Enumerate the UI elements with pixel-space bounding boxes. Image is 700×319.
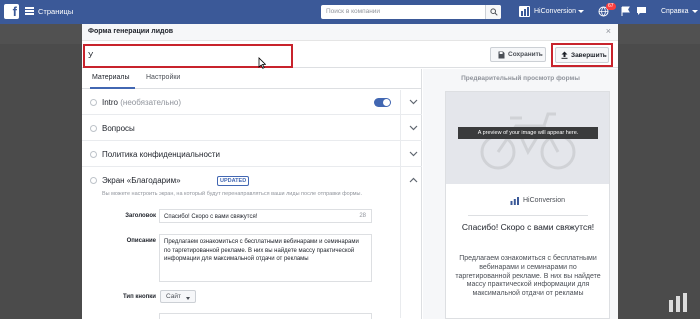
save-button-label: Сохранить: [508, 51, 543, 58]
avatar[interactable]: [519, 6, 530, 17]
headline-input[interactable]: Спасибо! Скоро с вами свяжутся! 28: [159, 209, 372, 223]
user-name[interactable]: HiConversion: [534, 8, 576, 15]
active-tab-indicator: [90, 87, 135, 89]
preview-headline: Спасибо! Скоро с вами свяжутся!: [461, 222, 595, 232]
preview-image-placeholder: A preview of your image will appear here…: [446, 92, 609, 184]
section-radio[interactable]: [90, 125, 97, 132]
image-banner: A preview of your image will appear here…: [458, 127, 598, 139]
section-radio[interactable]: [90, 99, 97, 106]
button-type-select[interactable]: Сайт: [160, 290, 196, 303]
facebook-logo-icon[interactable]: f: [4, 4, 19, 19]
headline-value: Спасибо! Скоро с вами свяжутся!: [164, 214, 258, 220]
save-button[interactable]: Сохранить: [490, 47, 546, 62]
headline-label: Заголовок: [125, 213, 156, 219]
section-privacy-title: Политика конфиденциальности: [102, 150, 221, 159]
section-radio[interactable]: [90, 177, 97, 184]
finish-highlight: Завершить: [551, 43, 613, 67]
thankyou-hint: Вы можете настроить экран, на который бу…: [102, 191, 363, 197]
preview-body: Предлагаем ознакомиться с бесплатными ве…: [455, 255, 601, 298]
chevron-down-icon[interactable]: [409, 151, 418, 157]
description-label: Описание: [126, 238, 156, 244]
brand-logo-icon: [510, 197, 519, 205]
help-link[interactable]: Справка: [661, 8, 688, 15]
chat-icon[interactable]: [636, 6, 647, 19]
brand-row: HiConversion: [446, 194, 609, 208]
save-icon: [498, 51, 505, 59]
button-type-label: Тип кнопки: [122, 294, 156, 300]
chevron-down-icon[interactable]: [578, 10, 584, 13]
search-icon: [490, 8, 498, 16]
close-icon[interactable]: ×: [606, 26, 611, 36]
next-field-input[interactable]: [159, 313, 372, 319]
finish-button[interactable]: Завершить: [555, 47, 609, 63]
search-button[interactable]: [485, 5, 501, 19]
intro-toggle[interactable]: [374, 98, 391, 107]
chevron-down-icon: [186, 297, 190, 300]
section-questions[interactable]: Вопросы: [82, 116, 422, 141]
pages-link[interactable]: Страницы: [38, 7, 73, 16]
section-thankyou: Экран «Благодарим» UPDATED Вы можете нас…: [82, 168, 422, 319]
form-preview-panel: Предварительный просмотр формы A preview…: [423, 69, 618, 319]
chevron-up-icon[interactable]: [409, 177, 418, 183]
modal-title: Форма генерации лидов: [88, 28, 174, 35]
lead-form-modal: Форма генерации лидов × У Сохранить Заве…: [82, 24, 618, 319]
section-privacy[interactable]: Политика конфиденциальности: [82, 142, 422, 167]
chevron-down-icon[interactable]: [409, 99, 418, 105]
finish-button-label: Завершить: [571, 51, 607, 59]
search-input[interactable]: Поиск в компании: [321, 5, 501, 19]
notifications-badge: 67: [606, 3, 616, 10]
help-chevron-down-icon[interactable]: [692, 10, 698, 13]
search-placeholder: Поиск в компании: [326, 8, 381, 15]
section-intro-title: Intro (необязательно): [102, 98, 182, 107]
updated-badge: UPDATED: [217, 176, 250, 186]
watermark-logo-icon: [669, 293, 687, 312]
mouse-cursor-icon: [258, 57, 266, 69]
section-intro[interactable]: Intro (необязательно): [82, 90, 422, 115]
tab-settings[interactable]: Настройки: [146, 74, 180, 81]
description-textarea[interactable]: Предлагаем ознакомиться с бесплатными ве…: [159, 234, 372, 282]
upload-icon: [561, 51, 568, 59]
top-bar: f Страницы Поиск в компании HiConversion…: [0, 0, 700, 24]
section-questions-title: Вопросы: [102, 124, 135, 133]
chevron-down-icon[interactable]: [409, 125, 418, 131]
editor-panel: Материалы Настройки Intro (необязательно…: [82, 69, 422, 319]
flag-icon[interactable]: [621, 6, 631, 20]
card-divider: [468, 215, 588, 216]
button-type-value: Сайт: [166, 293, 181, 300]
section-radio[interactable]: [90, 151, 97, 158]
section-thankyou-title[interactable]: Экран «Благодарим» UPDATED: [102, 176, 262, 186]
chevron-divider: [400, 90, 401, 318]
modal-header: Форма генерации лидов ×: [82, 24, 618, 41]
headline-counter: 28: [359, 213, 366, 219]
form-name-value: У: [88, 51, 94, 60]
menu-icon[interactable]: [25, 7, 34, 15]
preview-title: Предварительный просмотр формы: [461, 75, 580, 82]
image-banner-text: A preview of your image will appear here…: [477, 129, 579, 136]
form-name-row: У Сохранить Завершить: [82, 42, 618, 68]
preview-card: A preview of your image will appear here…: [445, 91, 610, 319]
description-value: Предлагаем ознакомиться с бесплатными ве…: [164, 239, 359, 262]
tab-materials[interactable]: Материалы: [92, 74, 129, 81]
editor-tabs: Материалы Настройки: [82, 69, 422, 89]
brand-name: HiConversion: [523, 197, 566, 204]
section-intro-optional: (необязательно): [120, 98, 182, 107]
